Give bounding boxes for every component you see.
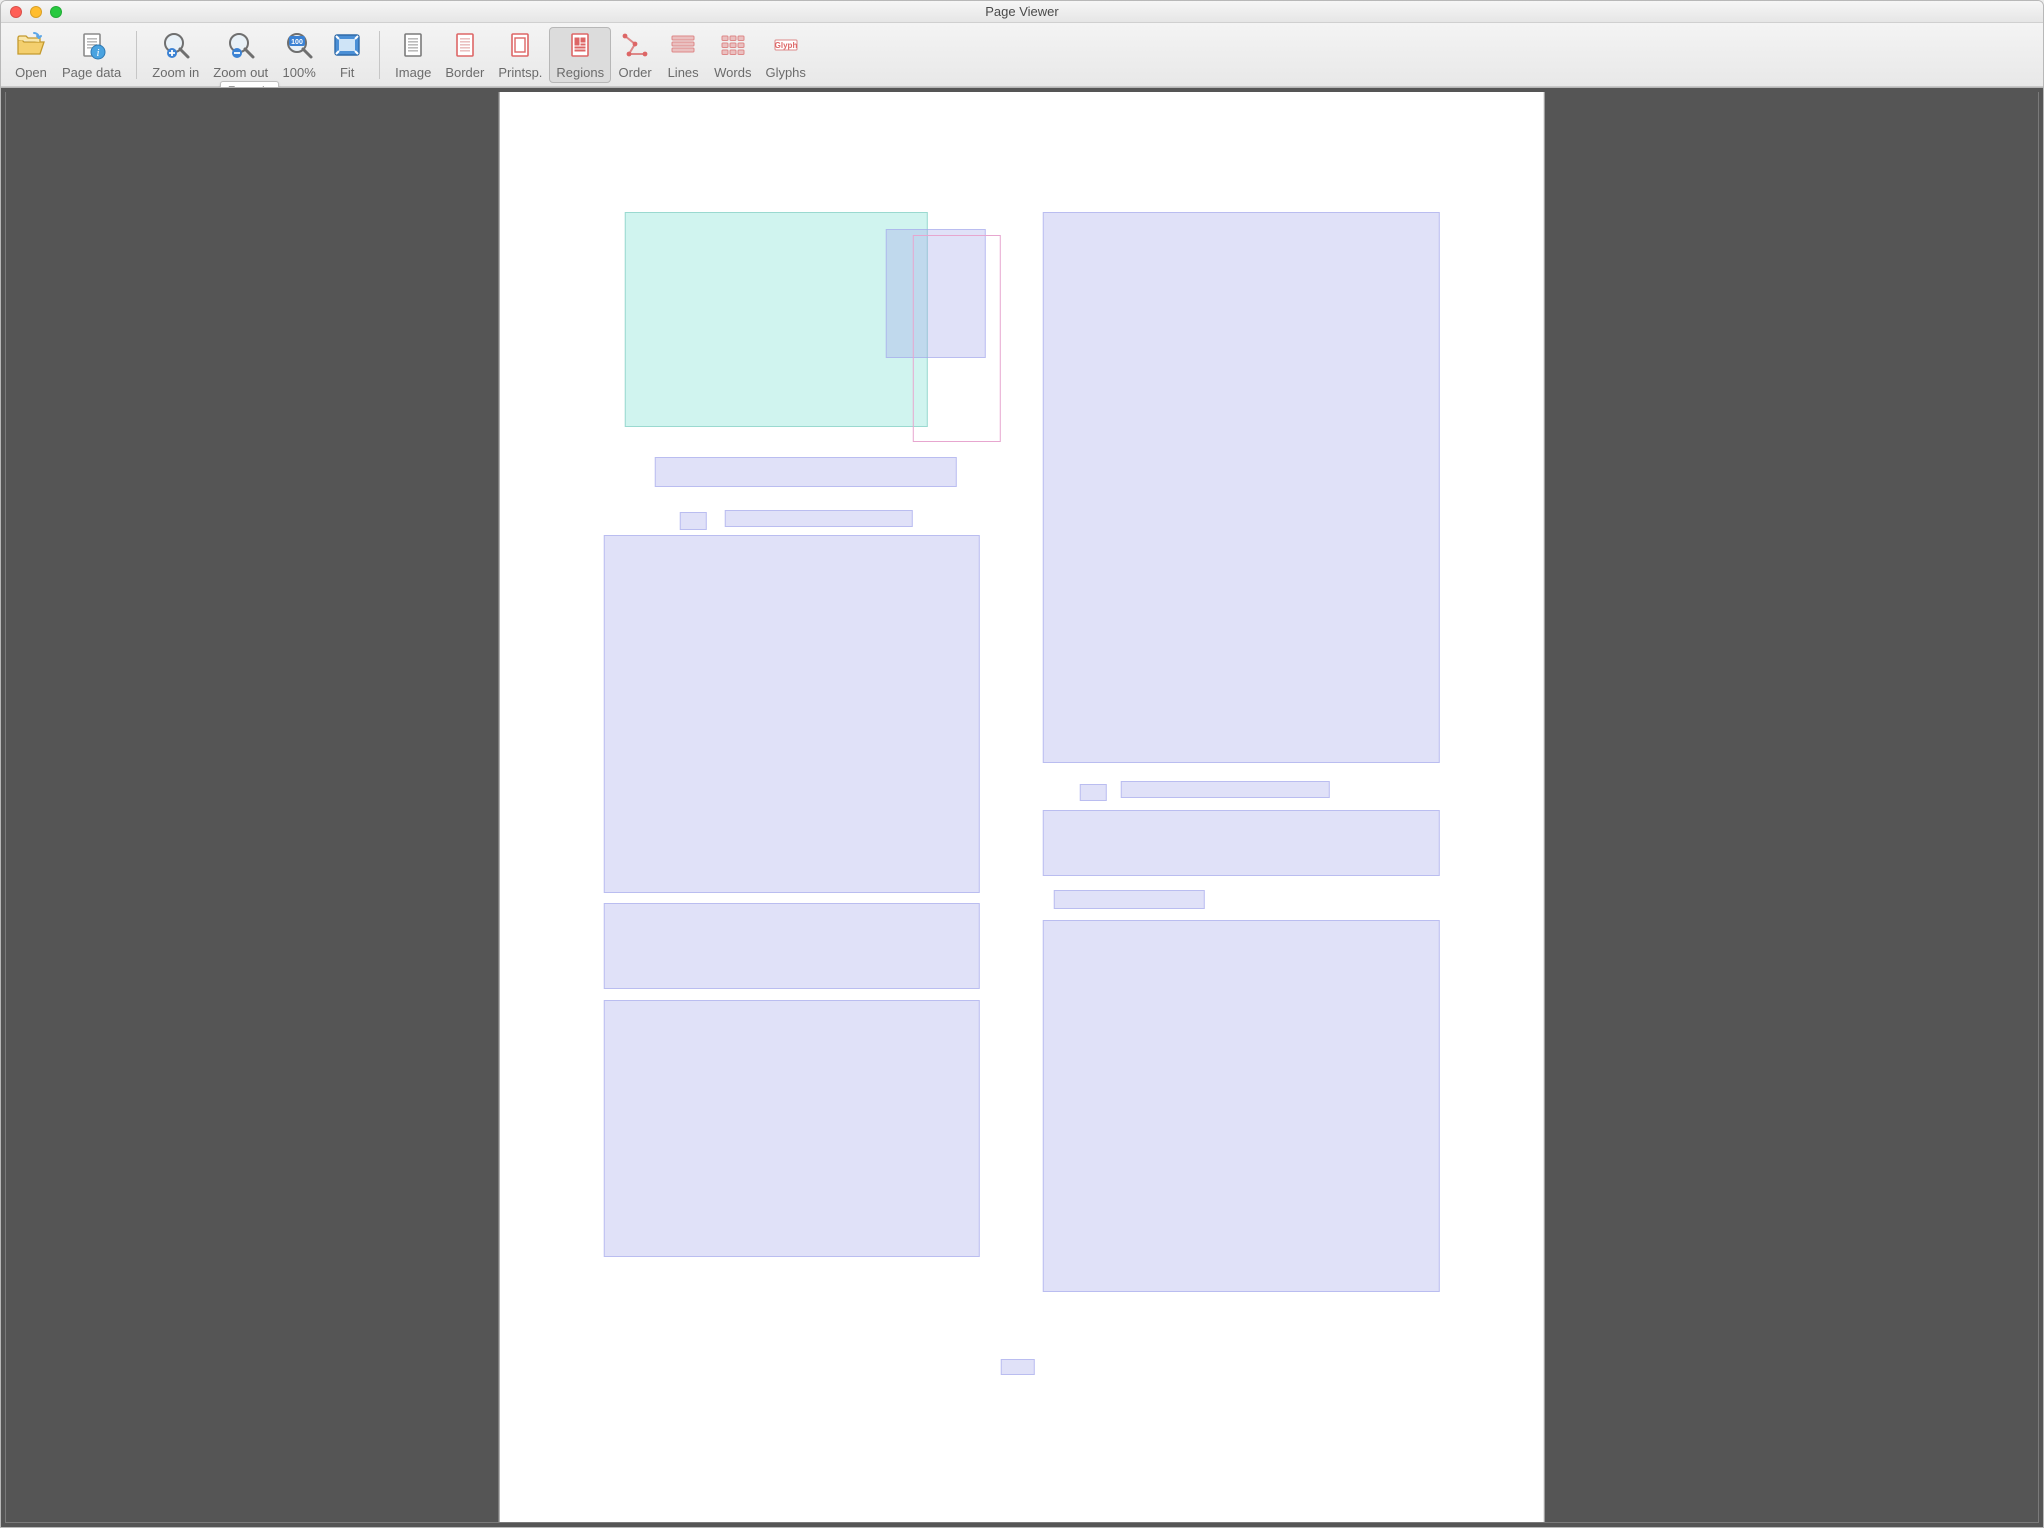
toolbar: Open i Page data Zoom in Zoom out 100 100% Fit I… [1,23,2043,87]
toolbar-button-label: Words [714,65,751,80]
toolbar-button-label: Fit [340,65,354,80]
region-text-5[interactable] [604,535,980,893]
region-text-8[interactable] [1043,212,1440,763]
order-button[interactable]: Order [611,27,659,83]
toolbar-button-label: Image [395,65,431,80]
glyphs-button[interactable]: Glyph Glyphs [758,27,812,83]
doc-regions-icon [564,30,596,62]
toolbar-button-label: Zoom in [152,65,199,80]
toolbar-separator [379,31,380,79]
pagedata-button[interactable]: i Page data [55,27,128,83]
order-arrows-icon [619,30,651,62]
magnify-minus-icon [225,30,257,62]
words-button[interactable]: Words [707,27,758,83]
toolbar-button-label: Open [15,65,47,80]
toolbar-button-label: Glyphs [765,65,805,80]
toolbar-button-label: Printsp. [498,65,542,80]
magnify-100-icon: 100 [283,30,315,62]
border-button[interactable]: Border [438,27,491,83]
toolbar-button-label: 100% [283,65,316,80]
viewport-canvas[interactable] [5,92,2039,1523]
window-title: Page Viewer [1,4,2043,19]
toolbar-separator [136,31,137,79]
region-image-1[interactable] [625,212,928,427]
doc-glyphs-icon: Glyph [770,30,802,62]
region-text-7[interactable] [604,1000,980,1257]
region-text-3[interactable] [679,512,706,529]
svg-text:Glyph: Glyph [774,41,797,50]
doc-image-icon [397,30,429,62]
magnify-plus-icon [160,30,192,62]
region-text-12[interactable] [1053,890,1204,909]
toolbar-button-label: Lines [668,65,699,80]
region-text-9[interactable] [1079,784,1106,801]
toolbar-button-label: Border [445,65,484,80]
fit-screen-icon [331,30,363,62]
toolbar-button-label: Order [619,65,652,80]
zoomin-button[interactable]: Zoom in [145,27,206,83]
fit-button[interactable]: Fit [323,27,371,83]
regions-button[interactable]: Regions [549,27,611,83]
zoomout-button[interactable]: Zoom out [206,27,275,83]
region-page-number[interactable] [1001,1359,1034,1375]
svg-text:100: 100 [291,39,303,46]
viewport[interactable] [1,87,2043,1527]
doc-printsp-icon [504,30,536,62]
toolbar-button-label: Page data [62,65,121,80]
toolbar-button-label: Regions [556,65,604,80]
region-text-6[interactable] [604,903,980,989]
doc-lines-icon [667,30,699,62]
document-page[interactable] [499,92,1545,1522]
image-button[interactable]: Image [388,27,438,83]
region-text-10[interactable] [1121,781,1330,798]
toolbar-button-label: Zoom out [213,65,268,80]
doc-info-icon: i [76,30,108,62]
region-frame-1[interactable] [912,235,1001,442]
lines-button[interactable]: Lines [659,27,707,83]
doc-border-icon [449,30,481,62]
region-text-2[interactable] [654,457,957,487]
zoom100-button[interactable]: 100 100% [275,27,323,83]
doc-words-icon [717,30,749,62]
region-text-4[interactable] [724,510,912,527]
svg-text:i: i [96,47,99,59]
region-text-13[interactable] [1043,920,1440,1292]
app-window: Page Viewer Open i Page data Zoom in Zoom ou… [0,0,2044,1528]
titlebar[interactable]: Page Viewer [1,1,2043,23]
region-text-11[interactable] [1043,810,1440,876]
folder-open-icon [15,30,47,62]
printsp-button[interactable]: Printsp. [491,27,549,83]
open-button[interactable]: Open [7,27,55,83]
